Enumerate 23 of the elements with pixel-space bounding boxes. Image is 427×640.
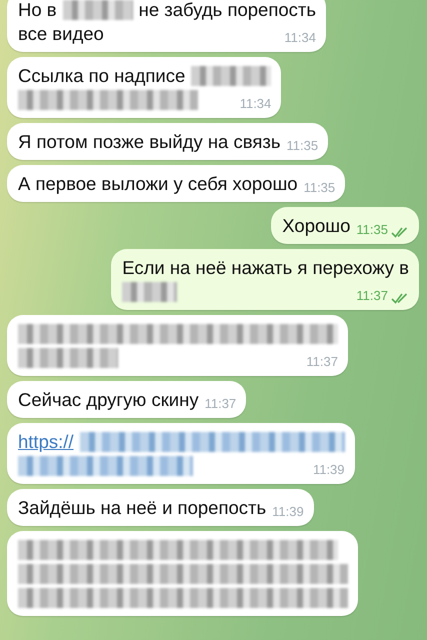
message-text: Зайдёшь на неё и порепость — [18, 496, 266, 520]
message-time: 11:34 — [240, 96, 272, 112]
message-text: Ссылка по надписе — [18, 64, 186, 88]
blurred-text — [122, 282, 178, 302]
message-time: 11:39 — [312, 462, 345, 478]
message-time: 11:37 — [306, 354, 338, 370]
message-time: 11:34 — [284, 30, 316, 46]
message-text: все видео — [18, 22, 104, 46]
message-text: Но в — [18, 0, 57, 22]
message-time: 11:35 — [304, 180, 336, 196]
message-link[interactable]: https:// — [18, 430, 74, 454]
message-text: Если на неё нажать я перехожу в — [122, 256, 409, 280]
blurred-text — [62, 0, 133, 20]
message-time: 11:37 — [204, 396, 236, 412]
message-text: Хорошо — [282, 214, 350, 238]
message-text: не забудь порепость — [138, 0, 316, 22]
message-time: 11:35 — [286, 138, 318, 154]
message-time: 11:39 — [272, 504, 304, 520]
message-time: 11:37 — [356, 288, 388, 304]
message-text: Я потом позже выйду на связь — [18, 130, 280, 154]
message-text: Сейчас другую скину — [18, 388, 199, 412]
message-time: 11:35 — [356, 222, 388, 238]
message-text: А первое выложи у себя хорошо — [18, 172, 298, 196]
